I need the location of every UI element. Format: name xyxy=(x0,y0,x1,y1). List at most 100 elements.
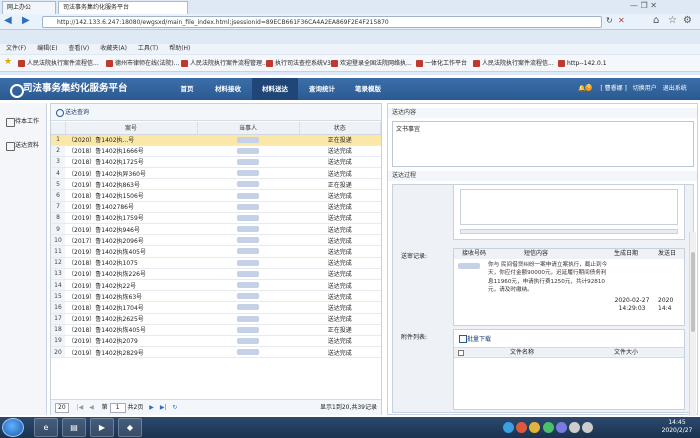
browser-tab-platform[interactable]: 司法事务集约化服务平台 xyxy=(58,1,188,14)
forward-icon[interactable]: ▶ xyxy=(22,15,30,26)
send-date: 2020 xyxy=(658,297,674,304)
col-party[interactable]: 当事人 xyxy=(197,122,300,135)
select-all-checkbox[interactable] xyxy=(458,350,464,356)
table-row[interactable]: 4 （2019）鲁1402执异360号 送达完成 xyxy=(51,167,381,180)
table-row[interactable]: 18 （2018）鲁1402执恢405号 正在投递 xyxy=(51,324,381,336)
table-row[interactable]: 15 （2019）鲁1402执恢63号 送达完成 xyxy=(51,290,381,303)
table-row[interactable]: 14 （2019）鲁1402执22号 送达完成 xyxy=(51,279,381,292)
back-icon[interactable]: ◀ xyxy=(4,15,12,26)
table-row[interactable]: 5 （2019）鲁1402执863号 正在投递 xyxy=(51,178,381,191)
media-icon[interactable]: ▶ xyxy=(90,418,114,437)
menu-favorites[interactable]: 收藏夹(A) xyxy=(100,45,127,52)
scrollbar-thumb[interactable] xyxy=(691,252,695,332)
table-row[interactable]: 20 （2019）鲁1402执2829号 送达完成 xyxy=(51,346,381,359)
nav-query-stats[interactable]: 查询统计 xyxy=(300,78,344,100)
volume-icon[interactable] xyxy=(582,422,594,433)
preview-scrollbar[interactable] xyxy=(460,229,678,234)
browser-tab-office[interactable]: 网上办公 xyxy=(2,1,56,14)
favorite-link[interactable]: 执行司法查控系统V3 xyxy=(266,59,331,69)
party-cell xyxy=(197,167,299,180)
party-redacted xyxy=(237,136,259,143)
status-cell: 送达完成 xyxy=(299,167,381,180)
ie-icon[interactable]: e xyxy=(34,418,58,437)
table-row[interactable]: 2 （2018）鲁1402执1666号 送达完成 xyxy=(51,145,381,157)
app-title: 司法事务集约化服务平台 xyxy=(23,83,128,94)
party-cell xyxy=(197,245,299,258)
col-case-number[interactable]: 案号 xyxy=(65,122,198,135)
favorite-link[interactable]: 德州市律师在线(法院)... xyxy=(106,59,179,69)
page-number-input[interactable]: 1 xyxy=(109,403,126,413)
refresh-icon[interactable]: ↻ xyxy=(606,16,613,25)
start-button[interactable] xyxy=(2,418,24,437)
table-row[interactable]: 17 （2019）鲁1402执2625号 送达完成 xyxy=(51,313,381,325)
panel-scrollbar[interactable] xyxy=(689,232,696,416)
row-index: 5 xyxy=(51,178,65,191)
delivery-query-button[interactable]: 送达查询 xyxy=(55,108,89,118)
favorite-link[interactable]: 人民法院执行案件流程信... xyxy=(18,59,102,69)
page-size-select[interactable]: 20 xyxy=(55,403,69,413)
sidebar-item-pending[interactable]: 待本工作 xyxy=(4,115,44,129)
refresh-icon[interactable]: ↻ xyxy=(172,404,177,411)
menu-view[interactable]: 查看(V) xyxy=(68,45,89,52)
favorite-link[interactable]: http--142.0.1 xyxy=(558,59,608,69)
favorite-link[interactable]: 人民法院执行案件流程管理... xyxy=(181,59,268,69)
nav-record-template[interactable]: 笔录模版 xyxy=(346,78,390,100)
menu-file[interactable]: 文件(F) xyxy=(6,45,26,52)
network-icon[interactable] xyxy=(569,422,581,433)
favorites-icon[interactable]: ☆ xyxy=(668,15,677,26)
settings-gear-icon[interactable]: ⚙ xyxy=(683,15,692,26)
col-status[interactable]: 状态 xyxy=(299,122,381,135)
table-header-row: 案号 当事人 状态 xyxy=(51,122,381,135)
table-row[interactable]: 7 （2019）鲁1402786号 送达完成 xyxy=(51,201,381,213)
tray-app-icon[interactable] xyxy=(555,422,567,433)
content-textarea[interactable]: 文书事宜 xyxy=(392,121,694,167)
app-icon[interactable]: ◆ xyxy=(118,418,142,437)
switch-user-link[interactable]: 切换用户 xyxy=(633,85,657,92)
status-cell: 送达完成 xyxy=(299,268,381,280)
case-number-cell: （2018）鲁1402执1075 xyxy=(65,257,197,269)
menu-help[interactable]: 帮助(H) xyxy=(169,45,190,52)
col-sms-content: 短信内容 xyxy=(524,250,549,257)
nav-material-delivery[interactable]: 材料送达 xyxy=(252,78,298,100)
query-label: 送达查询 xyxy=(65,109,90,116)
logout-link[interactable]: 退出系统 xyxy=(663,85,687,92)
stop-icon[interactable]: ✕ xyxy=(618,16,625,25)
nav-home[interactable]: 首页 xyxy=(170,78,204,100)
row-index: 18 xyxy=(51,324,65,336)
window-controls[interactable]: — ❐ ✕ xyxy=(630,1,657,10)
row-index: 4 xyxy=(51,167,65,180)
sidebar-item-delivery-docs[interactable]: 送达资料 xyxy=(4,139,44,153)
next-page-icon[interactable]: ▶ xyxy=(149,404,154,411)
table-row[interactable]: 6 （2018）鲁1402执1506号 送达完成 xyxy=(51,189,381,202)
clock[interactable]: 14:45 2020/2/27 xyxy=(655,419,699,435)
url-input[interactable]: http://142.133.6.247:18080/ewgsxd/main_f… xyxy=(42,16,602,28)
table-row[interactable]: 13 （2019）鲁1402执恢226号 送达完成 xyxy=(51,268,381,280)
favorite-link[interactable]: 欢迎登录全国法院网络执... xyxy=(331,59,413,69)
table-row[interactable]: 8 （2019）鲁1402执1759号 送达完成 xyxy=(51,212,381,225)
last-page-icon[interactable]: ▶| xyxy=(160,404,167,411)
star-icon[interactable]: ★ xyxy=(4,57,12,67)
table-row[interactable]: 1 （2020）鲁1402执...号 正在投递 xyxy=(51,134,381,146)
favorite-link[interactable]: 一体化工作平台 xyxy=(416,59,470,69)
bell-icon[interactable]: 🔔 xyxy=(578,85,585,92)
favorite-link[interactable]: 人民法院执行案件流程信... xyxy=(473,59,555,69)
table-row[interactable]: 11 （2019）鲁1402执恢405号 送达完成 xyxy=(51,245,381,258)
menu-tools[interactable]: 工具(T) xyxy=(138,45,158,52)
explorer-icon[interactable]: ▤ xyxy=(62,418,86,437)
table-row[interactable]: 19 （2019）鲁1402执2079 送达完成 xyxy=(51,335,381,348)
table-row[interactable]: 3 （2018）鲁1402执1725号 送达完成 xyxy=(51,156,381,169)
first-page-icon[interactable]: |◀ xyxy=(77,404,84,411)
tray-app-icon[interactable] xyxy=(503,422,514,433)
tray-app-icon[interactable] xyxy=(542,422,554,433)
tray-app-icon[interactable] xyxy=(516,422,528,433)
table-row[interactable]: 10 （2017）鲁1402执2096号 送达完成 xyxy=(51,234,381,247)
tray-app-icon[interactable] xyxy=(529,422,541,433)
nav-material-receive[interactable]: 材料接收 xyxy=(206,78,250,100)
prev-page-icon[interactable]: ◀ xyxy=(89,404,94,411)
home-icon[interactable]: ⌂ xyxy=(653,15,659,26)
menu-edit[interactable]: 编辑(E) xyxy=(37,45,57,52)
table-row[interactable]: 16 （2018）鲁1402执1704号 送达完成 xyxy=(51,301,381,314)
batch-download-button[interactable]: 批量下载 xyxy=(458,334,491,343)
table-row[interactable]: 9 （2019）鲁1402执946号 送达完成 xyxy=(51,223,381,236)
table-row[interactable]: 12 （2018）鲁1402执1075 送达完成 xyxy=(51,257,381,269)
